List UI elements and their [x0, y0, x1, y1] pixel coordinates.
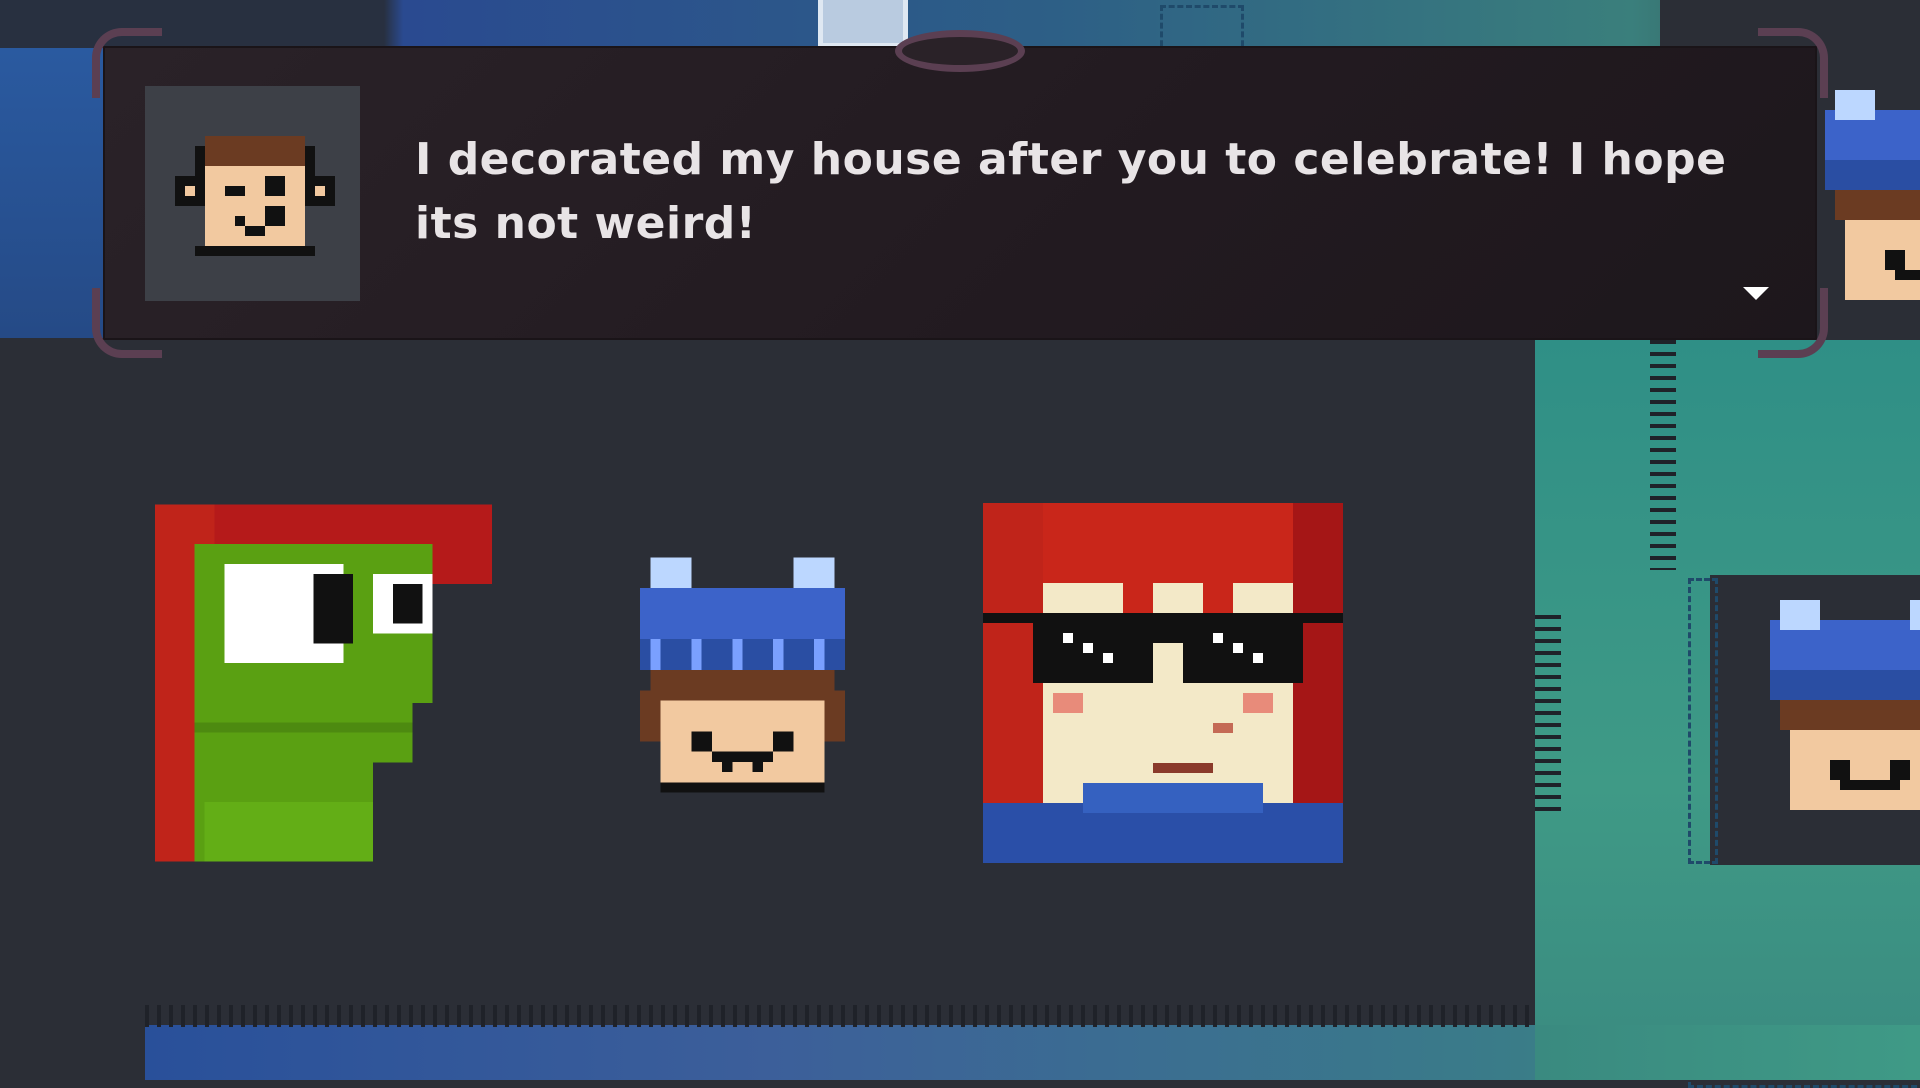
pixel-boy-face-icon — [175, 136, 335, 260]
game-scene: I decorated my house after you to celebr… — [0, 0, 1920, 1088]
frame-corner-ornament — [1758, 28, 1828, 98]
spikes — [1650, 340, 1676, 570]
level-background-left — [0, 48, 105, 338]
sunglasses-madeline-emote — [983, 503, 1343, 863]
spikes — [145, 1005, 1535, 1027]
dialog-text: I decorated my house after you to celebr… — [415, 134, 1727, 249]
level-floor-right — [1535, 1025, 1920, 1080]
level-floor — [145, 1025, 1535, 1080]
dashed-block — [1688, 578, 1718, 864]
triangle-down-icon[interactable] — [1743, 287, 1769, 300]
beanie-boy-decoration — [1760, 590, 1920, 840]
speaker-portrait — [145, 86, 360, 301]
spikes — [1535, 615, 1561, 815]
beanie-boy-decoration — [1815, 80, 1920, 320]
frame-top-ornament — [895, 30, 1025, 72]
frog-madeline-emote — [155, 503, 492, 863]
beanie-boy-emote — [630, 545, 855, 805]
window-decoration — [818, 0, 908, 48]
